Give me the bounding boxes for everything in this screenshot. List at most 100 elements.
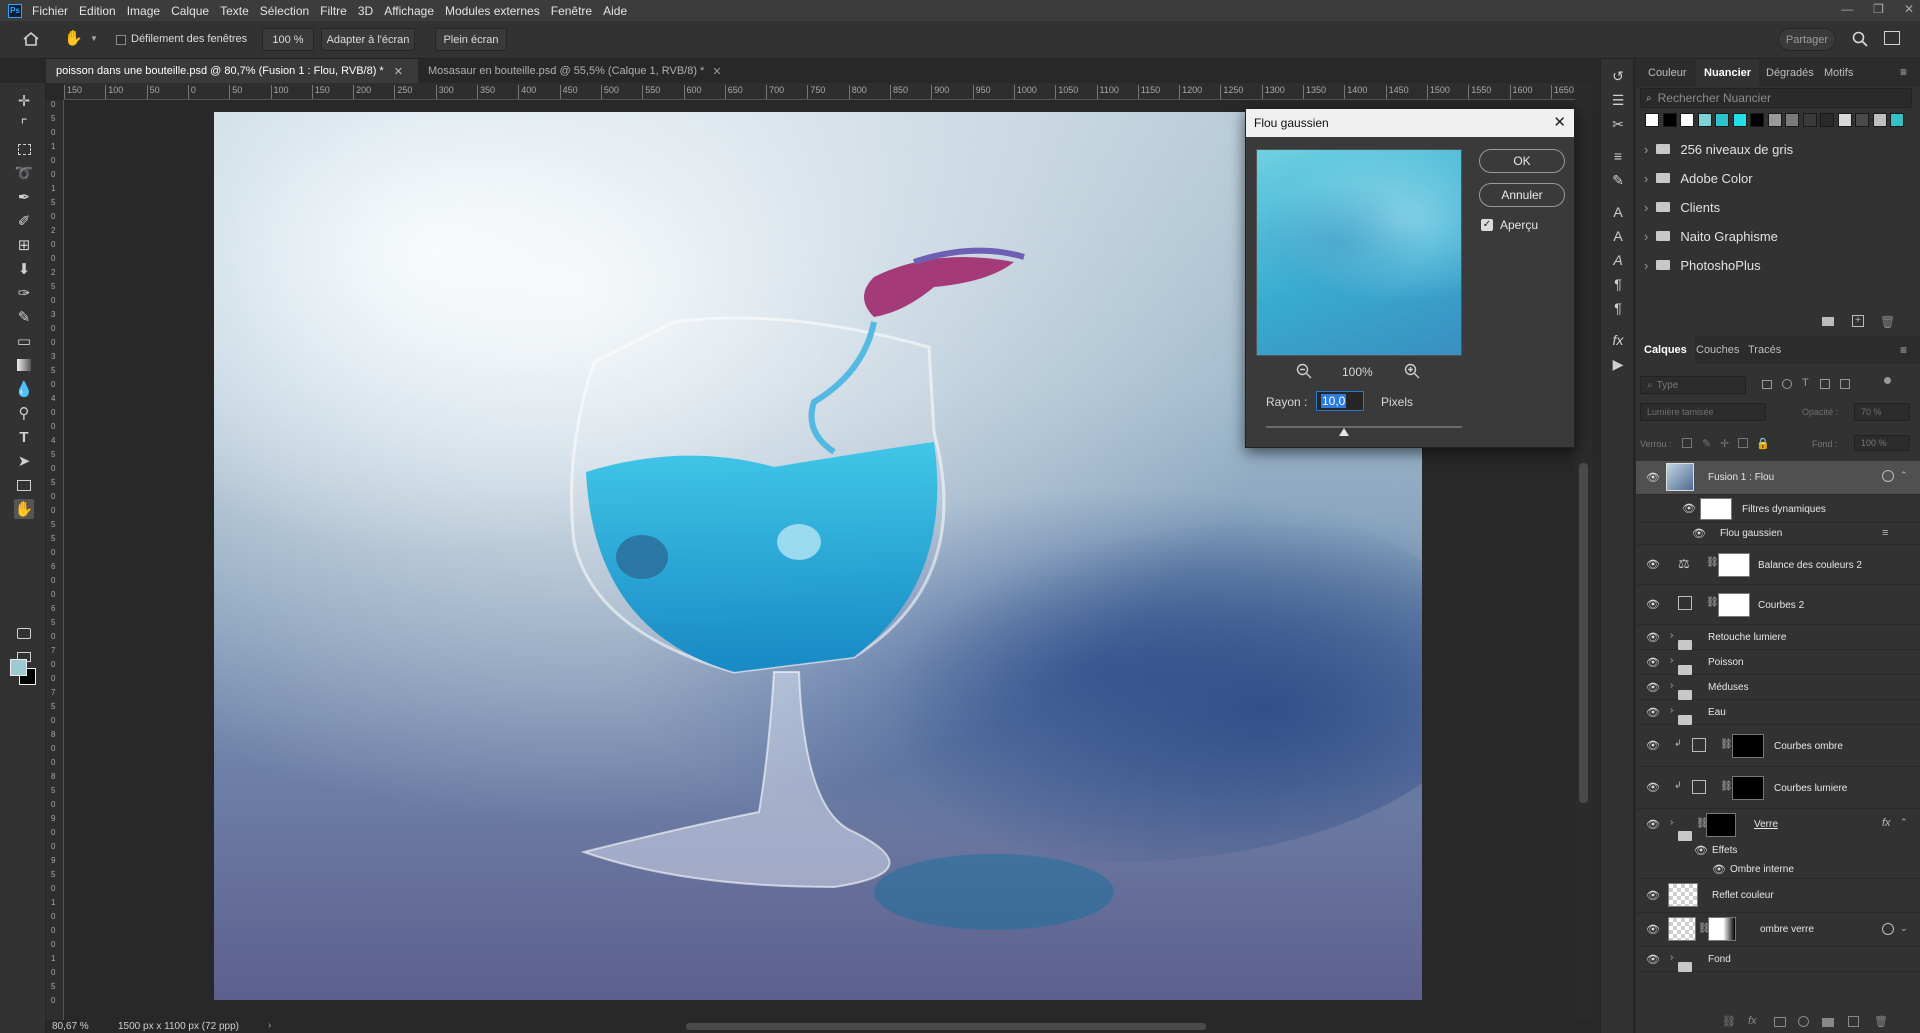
filter-pixel-icon[interactable] bbox=[1762, 380, 1772, 389]
layer-name[interactable]: Balance des couleurs 2 bbox=[1758, 560, 1862, 571]
expand-chevron-icon[interactable]: › bbox=[1670, 952, 1673, 963]
tab-degrades[interactable]: Dégradés bbox=[1758, 59, 1822, 87]
link-layers-icon[interactable]: ⛓ bbox=[1722, 1015, 1736, 1028]
stamp-tool-icon[interactable]: ⬇ bbox=[14, 259, 34, 279]
radius-slider-track[interactable] bbox=[1266, 426, 1462, 436]
layer-name[interactable]: Retouche lumiere bbox=[1708, 632, 1786, 643]
layer-filtres-dynamiques[interactable]: 👁 Filtres dynamiques bbox=[1636, 495, 1920, 523]
link-chain-icon[interactable]: ⛓ bbox=[1706, 597, 1719, 608]
lock-artboard-icon[interactable] bbox=[1738, 438, 1748, 448]
visibility-eye-icon[interactable]: 👁 bbox=[1646, 708, 1660, 719]
swatch-search-field[interactable]: ⌕ Rechercher Nuancier bbox=[1640, 88, 1912, 108]
hand-tool-icon[interactable]: ✋ bbox=[14, 499, 34, 519]
tab-nuancier[interactable]: Nuancier bbox=[1696, 59, 1760, 87]
layer-flou-gaussien[interactable]: 👁 Flou gaussien ≡ bbox=[1636, 523, 1920, 545]
color-swatch[interactable] bbox=[1872, 113, 1887, 127]
new-adjustment-icon[interactable] bbox=[1798, 1016, 1809, 1027]
character-styles-icon[interactable]: A bbox=[1609, 251, 1627, 269]
home-icon[interactable] bbox=[22, 30, 40, 48]
cancel-button[interactable]: Annuler bbox=[1479, 183, 1565, 207]
fill-field[interactable]: 100 % bbox=[1854, 435, 1910, 451]
restore-icon[interactable]: ❐ bbox=[1873, 2, 1884, 16]
filter-smart-icon[interactable] bbox=[1840, 379, 1850, 389]
visibility-eye-icon[interactable]: 👁 bbox=[1646, 560, 1660, 571]
tab-couleur[interactable]: Couleur bbox=[1640, 59, 1695, 87]
type-tool-icon[interactable]: T bbox=[14, 427, 34, 447]
layer-group-meduses[interactable]: 👁 › Méduses bbox=[1636, 675, 1920, 700]
zoom-in-icon[interactable] bbox=[1404, 363, 1420, 382]
collapse-icon[interactable]: ⌃ bbox=[1900, 470, 1908, 481]
layer-group-fond[interactable]: 👁 › Fond bbox=[1636, 947, 1920, 972]
eyedropper-tool-icon[interactable]: ✑ bbox=[14, 283, 34, 303]
layer-courbes-2[interactable]: 👁 ⛓ Courbes 2 bbox=[1636, 585, 1920, 625]
layer-name[interactable]: Courbes ombre bbox=[1774, 741, 1843, 752]
color-swatch[interactable] bbox=[1750, 113, 1764, 127]
menu-filtre[interactable]: Filtre bbox=[320, 4, 347, 18]
swatch-folder-clients[interactable]: › Clients bbox=[1644, 193, 1904, 221]
visibility-eye-icon[interactable]: 👁 bbox=[1646, 473, 1660, 484]
marquee-tool-icon[interactable] bbox=[14, 139, 34, 159]
color-swatch[interactable] bbox=[1662, 113, 1677, 127]
tab-traces[interactable]: Tracés bbox=[1740, 336, 1789, 364]
visibility-eye-icon[interactable]: 👁 bbox=[1692, 529, 1706, 540]
layer-name[interactable]: Filtres dynamiques bbox=[1742, 504, 1826, 515]
vertical-scrollbar[interactable] bbox=[1575, 83, 1592, 1020]
crop-tool-icon[interactable]: ⌜ bbox=[14, 115, 34, 135]
color-swatch[interactable] bbox=[1785, 113, 1799, 127]
dodge-tool-icon[interactable]: ⚲ bbox=[14, 403, 34, 423]
expand-chevron-icon[interactable]: › bbox=[1670, 630, 1673, 641]
filter-options-icon[interactable]: ≡ bbox=[1882, 527, 1888, 539]
visibility-eye-icon[interactable]: 👁 bbox=[1646, 925, 1660, 936]
layer-group-verre[interactable]: 👁 › ⛓ Verre fx ⌃ bbox=[1636, 809, 1920, 841]
move-tool-icon[interactable]: ✛ bbox=[14, 91, 34, 111]
layer-name[interactable]: Verre bbox=[1754, 819, 1778, 830]
color-swatch[interactable] bbox=[1802, 113, 1817, 127]
filter-shape-icon[interactable] bbox=[1820, 379, 1830, 389]
lock-image-icon[interactable]: ✎ bbox=[1702, 437, 1711, 450]
close-icon[interactable]: ✕ bbox=[1553, 113, 1566, 131]
expand-chevron-icon[interactable]: › bbox=[1670, 680, 1673, 691]
lock-position-icon[interactable]: ✛ bbox=[1720, 437, 1729, 450]
add-style-fx-icon[interactable]: fx bbox=[1748, 1015, 1757, 1027]
foreground-color-swatch[interactable] bbox=[10, 659, 27, 676]
filter-toggle-icon[interactable] bbox=[1884, 377, 1891, 384]
lock-all-icon[interactable]: 🔒 bbox=[1756, 437, 1770, 450]
visibility-eye-icon[interactable]: 👁 bbox=[1646, 633, 1660, 644]
brush-settings-icon[interactable]: ✎ bbox=[1609, 171, 1627, 189]
layer-group-eau[interactable]: 👁 › Eau bbox=[1636, 700, 1920, 725]
layer-name[interactable]: Fusion 1 : Flou bbox=[1708, 472, 1774, 483]
hand-tool-preset-icon[interactable]: ✋ bbox=[64, 29, 86, 49]
color-swatch[interactable] bbox=[1732, 113, 1747, 127]
layer-name[interactable]: Flou gaussien bbox=[1720, 528, 1782, 539]
layer-name[interactable]: Effets bbox=[1712, 845, 1737, 856]
visibility-eye-icon[interactable]: 👁 bbox=[1712, 865, 1726, 876]
menu-selection[interactable]: Sélection bbox=[260, 4, 309, 18]
layer-name[interactable]: ombre verre bbox=[1760, 924, 1814, 935]
layer-name[interactable]: Reflet couleur bbox=[1712, 890, 1774, 901]
close-tab-icon[interactable]: ✕ bbox=[394, 65, 403, 78]
paragraph-icon[interactable]: ¶ bbox=[1609, 275, 1627, 293]
collapse-icon[interactable]: ⌃ bbox=[1900, 817, 1908, 828]
visibility-eye-icon[interactable]: 👁 bbox=[1694, 846, 1708, 857]
lock-transparency-icon[interactable] bbox=[1682, 438, 1692, 448]
color-swatch[interactable] bbox=[1715, 113, 1729, 127]
menu-edition[interactable]: Edition bbox=[79, 4, 116, 18]
layer-name[interactable]: Eau bbox=[1708, 707, 1726, 718]
menu-fenetre[interactable]: Fenêtre bbox=[551, 4, 592, 18]
visibility-eye-icon[interactable]: 👁 bbox=[1682, 504, 1696, 515]
color-swatch[interactable] bbox=[1697, 113, 1712, 127]
menu-3d[interactable]: 3D bbox=[358, 4, 373, 18]
color-swatch[interactable] bbox=[1645, 113, 1659, 127]
blend-mode-dropdown[interactable]: Lumière tamisée bbox=[1640, 403, 1766, 421]
visibility-eye-icon[interactable]: 👁 bbox=[1646, 783, 1660, 794]
opacity-field[interactable]: 70 % bbox=[1854, 403, 1910, 421]
new-swatch-group-icon[interactable] bbox=[1822, 317, 1834, 326]
layer-courbes-ombre[interactable]: 👁 ↲ ⛓ Courbes ombre bbox=[1636, 725, 1920, 767]
zoom-level[interactable]: 80,67 % bbox=[52, 1021, 89, 1032]
path-selection-tool-icon[interactable]: ➤ bbox=[14, 451, 34, 471]
gradient-tool-icon[interactable] bbox=[14, 355, 34, 375]
visibility-eye-icon[interactable]: 👁 bbox=[1646, 600, 1660, 611]
share-button[interactable]: Partager bbox=[1778, 28, 1836, 51]
quick-selection-tool-icon[interactable]: ✐ bbox=[14, 211, 34, 231]
search-icon[interactable] bbox=[1852, 31, 1868, 47]
